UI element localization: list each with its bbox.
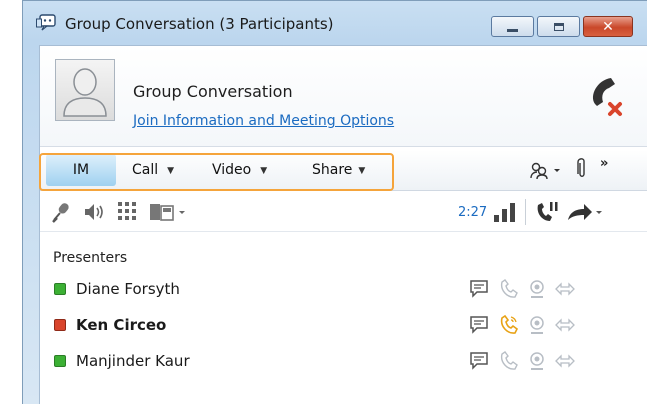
tab-call-label: Call <box>132 162 159 178</box>
speaker-icon[interactable] <box>82 200 106 224</box>
video-modality-icon <box>530 280 544 298</box>
participant-row[interactable]: Diane Forsyth <box>40 274 647 304</box>
conversation-window: Group Conversation (3 Participants) ✕ Gr… <box>22 0 647 404</box>
im-modality-icon <box>470 352 488 370</box>
transfer-call-icon[interactable] <box>566 200 604 224</box>
minimize-button[interactable] <box>491 16 534 37</box>
microphone-icon[interactable] <box>50 200 74 224</box>
participant-modalities <box>468 314 638 338</box>
dialpad-icon[interactable] <box>116 200 138 222</box>
chevron-down-icon: ▼ <box>358 166 366 176</box>
chevron-down-icon: ▼ <box>167 166 175 176</box>
devices-menu-icon[interactable] <box>148 200 188 224</box>
join-information-link[interactable]: Join Information and Meeting Options <box>133 113 394 129</box>
participant-modalities <box>468 350 638 374</box>
presence-busy-icon <box>54 319 66 331</box>
sharing-modality-icon <box>555 354 575 368</box>
tab-call[interactable]: Call ▼ <box>132 162 174 178</box>
more-options-icon[interactable]: » <box>600 156 608 171</box>
sharing-modality-icon <box>555 282 575 296</box>
im-modality-icon <box>470 280 488 298</box>
participant-row[interactable]: Ken Circeo <box>40 310 647 340</box>
chevron-down-icon: ▼ <box>260 166 268 176</box>
phone-modality-icon <box>500 279 518 298</box>
conversation-name: Group Conversation <box>133 82 293 101</box>
minimize-icon <box>507 28 518 32</box>
close-button[interactable]: ✕ <box>583 16 633 37</box>
im-modality-icon <box>470 316 488 334</box>
conversation-panel: Group Conversation Join Information and … <box>39 45 647 404</box>
attachment-icon[interactable] <box>576 158 588 180</box>
group-avatar <box>55 59 115 121</box>
tab-share-label: Share <box>312 162 353 178</box>
conversation-app-icon <box>36 14 56 31</box>
window-title: Group Conversation (3 Participants) <box>65 15 334 33</box>
call-quality-icon <box>494 203 515 222</box>
tab-video-label: Video <box>212 162 252 178</box>
participant-name: Ken Circeo <box>76 316 167 334</box>
presence-available-icon <box>54 355 66 367</box>
tab-share[interactable]: Share ▼ <box>312 162 365 178</box>
hold-call-icon[interactable] <box>534 199 560 225</box>
participant-modalities <box>468 278 638 302</box>
tab-im[interactable]: IM <box>46 154 116 186</box>
sharing-modality-icon <box>555 318 575 332</box>
tab-video[interactable]: Video ▼ <box>212 162 267 178</box>
participant-roster: Presenters Diane Forsyth Ken Circeo Manj… <box>40 232 647 404</box>
phone-modality-icon <box>500 351 518 370</box>
participant-row[interactable]: Manjinder Kaur <box>40 346 647 376</box>
call-timer: 2:27 <box>458 205 488 220</box>
participants-menu-icon[interactable] <box>530 160 564 180</box>
maximize-button[interactable] <box>537 16 580 37</box>
hang-up-icon[interactable] <box>585 74 629 118</box>
phone-active-icon <box>500 314 519 334</box>
participant-name: Manjinder Kaur <box>76 352 190 370</box>
tab-im-label: IM <box>72 162 90 178</box>
participant-name: Diane Forsyth <box>76 280 180 298</box>
modality-tab-bar: IM Call ▼ Video ▼ Share ▼ » <box>39 150 647 191</box>
title-bar[interactable]: Group Conversation (3 Participants) ✕ <box>23 1 647 45</box>
group-avatar-icon <box>63 68 107 117</box>
call-controls-bar: 2:27 <box>40 191 647 232</box>
close-icon: ✕ <box>602 18 614 35</box>
presence-available-icon <box>54 283 66 295</box>
divider <box>525 199 526 225</box>
video-modality-icon <box>530 352 544 370</box>
section-label-presenters: Presenters <box>53 250 128 266</box>
video-modality-icon <box>530 316 544 334</box>
maximize-icon <box>553 22 564 31</box>
conversation-header: Group Conversation Join Information and … <box>40 46 647 147</box>
